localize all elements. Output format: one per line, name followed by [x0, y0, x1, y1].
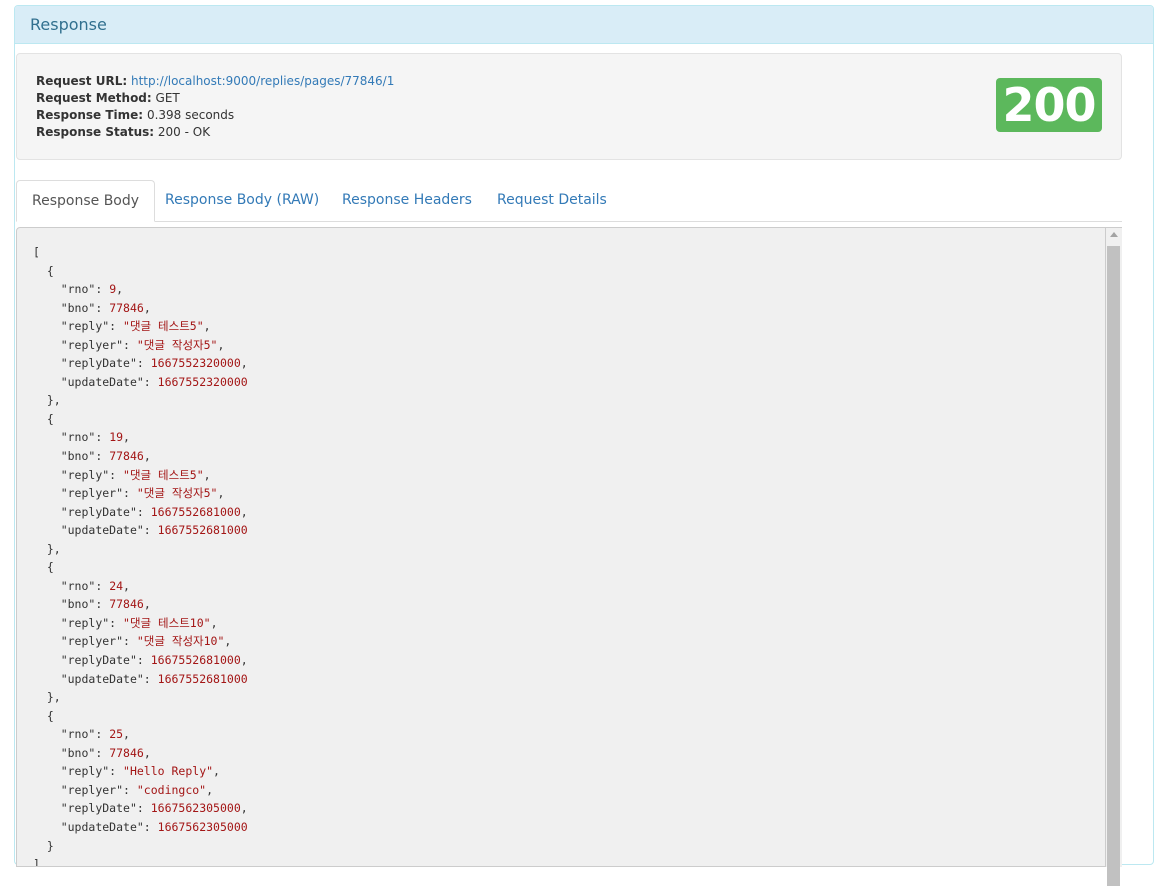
request-method-row: Request Method: GET: [36, 90, 1102, 107]
response-time-row: Response Time: 0.398 seconds: [36, 107, 1102, 124]
tab-response-headers[interactable]: Response Headers: [327, 180, 487, 222]
panel-title: Response: [15, 6, 1153, 44]
response-status-row: Response Status: 200 - OK: [36, 124, 1102, 141]
response-body-viewer[interactable]: [ { "rno": 9, "bno": 77846, "reply": "댓글…: [16, 227, 1106, 867]
json-content: [ { "rno": 9, "bno": 77846, "reply": "댓글…: [33, 245, 248, 867]
tab-response-body[interactable]: Response Body: [16, 180, 156, 222]
scrollbar-thumb[interactable]: [1107, 246, 1120, 886]
response-status-value: 200 - OK: [157, 125, 211, 139]
response-status-label: Response Status:: [36, 125, 155, 139]
response-tabs: Response Body Response Body (RAW) Respon…: [16, 180, 1122, 222]
response-time-label: Response Time:: [36, 108, 144, 122]
request-url-row: Request URL: http://localhost:9000/repli…: [36, 73, 1102, 90]
vertical-scrollbar[interactable]: [1106, 227, 1122, 886]
tab-response-body-raw[interactable]: Response Body (RAW): [150, 180, 334, 222]
scroll-up-arrow-icon[interactable]: [1110, 232, 1118, 237]
tab-request-details[interactable]: Request Details: [482, 180, 622, 222]
request-method-value: GET: [155, 91, 180, 105]
status-code-badge: 200: [996, 78, 1102, 132]
request-summary: Request URL: http://localhost:9000/repli…: [16, 53, 1122, 160]
request-url-label: Request URL:: [36, 74, 128, 88]
response-time-value: 0.398 seconds: [146, 108, 235, 122]
request-url-link[interactable]: http://localhost:9000/replies/pages/7784…: [131, 74, 394, 88]
request-method-label: Request Method:: [36, 91, 152, 105]
